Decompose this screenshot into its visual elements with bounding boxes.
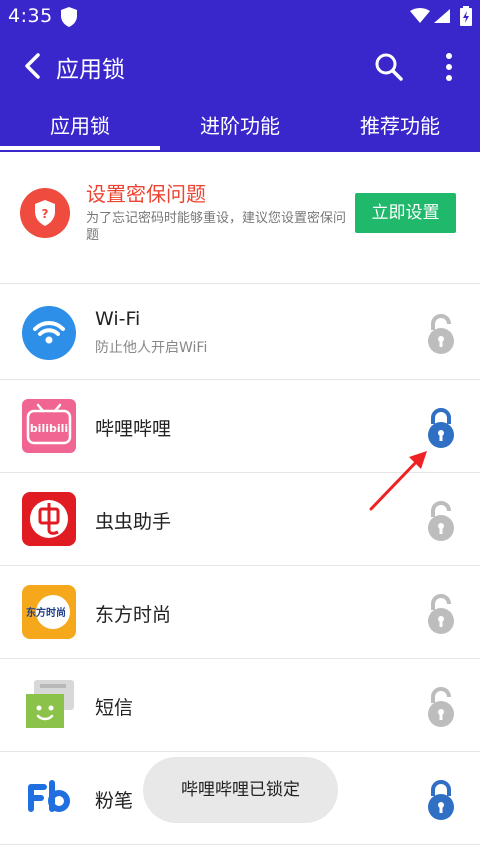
search-icon — [375, 53, 403, 81]
locked-lock-icon[interactable] — [426, 407, 456, 448]
unlocked-lock-icon[interactable] — [426, 593, 456, 634]
battery-status-icon — [460, 6, 472, 30]
annotation-arrow-icon — [365, 445, 435, 515]
toast-message: 哔哩哔哩已锁定 — [143, 757, 338, 823]
app-name: 短信 — [95, 697, 134, 719]
unlocked-lock-icon[interactable] — [426, 313, 456, 354]
cellular-status-icon — [433, 8, 451, 28]
shield-status-icon — [60, 6, 78, 32]
list-item-dongfang[interactable]: 东方时尚 东方时尚 — [0, 566, 480, 659]
chongchong-app-icon — [22, 492, 76, 546]
banner-title: 设置密保问题 — [86, 182, 206, 206]
security-question-banner: ? 设置密保问题 为了忘记密码时能够重设，建议您设置密保问题 立即设置 — [0, 152, 480, 284]
locked-lock-icon[interactable] — [426, 779, 456, 820]
app-name: Wi-Fi — [95, 308, 141, 330]
bilibili-app-icon: bilibili — [22, 399, 76, 453]
tab-indicator — [0, 146, 160, 150]
banner-description: 为了忘记密码时能够重设，建议您设置密保问题 — [86, 211, 347, 243]
wifi-status-icon — [410, 8, 430, 28]
unlocked-lock-icon[interactable] — [426, 686, 456, 727]
page-title: 应用锁 — [56, 57, 125, 83]
dongfang-app-icon: 东方时尚 — [22, 585, 76, 639]
sms-app-icon — [22, 678, 76, 732]
app-bar: 4:35 应用锁 应用锁 进阶功能 推荐功能 — [0, 0, 480, 152]
tab-recommended[interactable]: 推荐功能 — [320, 100, 480, 152]
list-item-wifi[interactable]: Wi-Fi 防止他人开启WiFi — [0, 284, 480, 380]
status-time: 4:35 — [8, 5, 53, 27]
set-now-button[interactable]: 立即设置 — [355, 193, 456, 233]
shield-question-icon: ? — [20, 188, 70, 238]
app-subtitle: 防止他人开启WiFi — [95, 340, 208, 356]
tab-advanced[interactable]: 进阶功能 — [160, 100, 320, 152]
tab-app-lock[interactable]: 应用锁 — [0, 100, 160, 152]
back-button[interactable] — [16, 48, 52, 84]
toolbar: 应用锁 — [0, 34, 480, 100]
back-arrow-icon — [25, 53, 40, 79]
svg-text:?: ? — [42, 207, 49, 221]
more-vert-icon — [446, 53, 452, 81]
more-options-button[interactable] — [434, 48, 464, 86]
search-button[interactable] — [370, 48, 408, 86]
list-item-sms[interactable]: 短信 — [0, 659, 480, 752]
app-name: 虫虫助手 — [95, 511, 172, 533]
wifi-app-icon — [22, 306, 76, 360]
svg-text:bilibili: bilibili — [30, 422, 68, 435]
svg-text:东方时尚: 东方时尚 — [26, 606, 66, 619]
app-name: 粉笔 — [95, 790, 134, 812]
status-bar: 4:35 — [0, 0, 480, 34]
app-name: 东方时尚 — [95, 604, 172, 626]
tab-bar: 应用锁 进阶功能 推荐功能 — [0, 100, 480, 152]
app-name: 哔哩哔哩 — [95, 418, 172, 440]
fenbi-app-icon — [22, 771, 76, 825]
